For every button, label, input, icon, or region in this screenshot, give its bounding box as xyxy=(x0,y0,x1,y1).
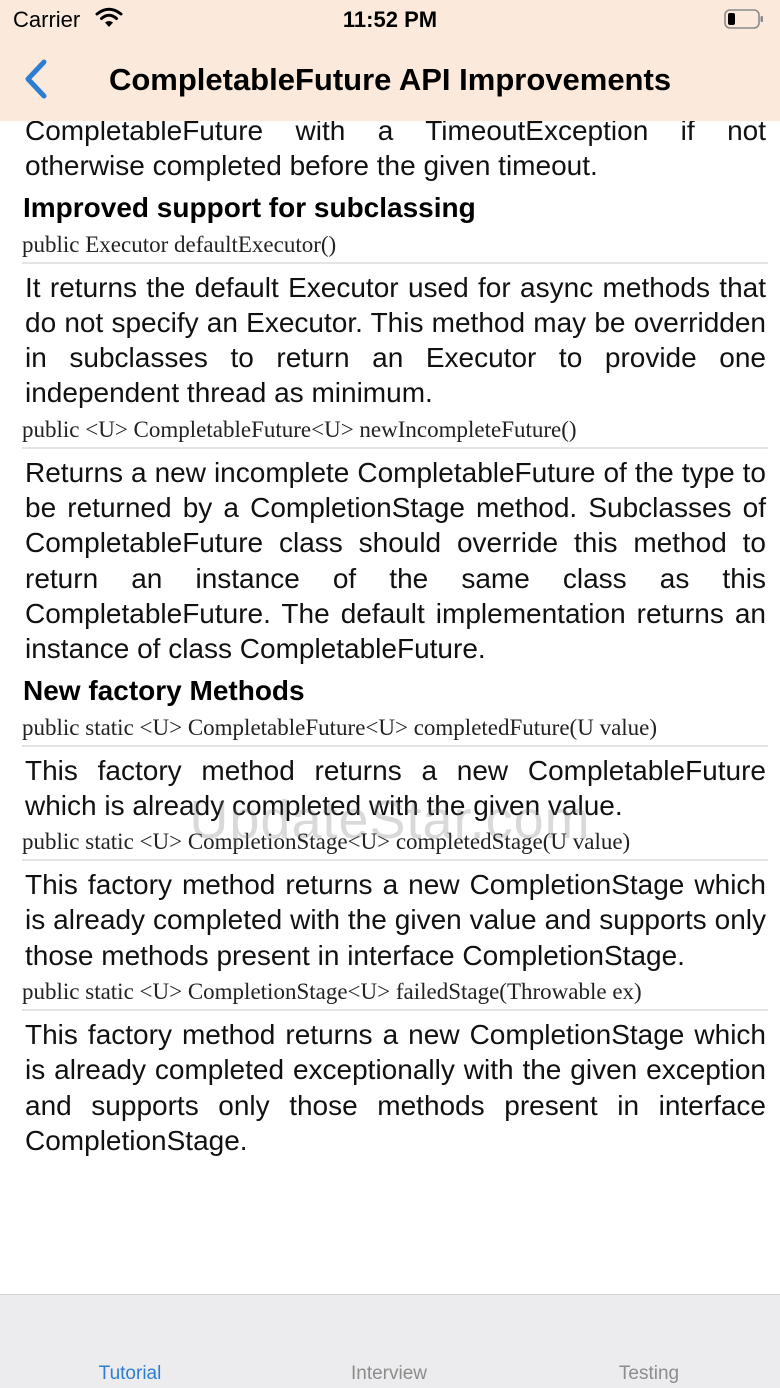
paragraph: This factory method returns a new Comple… xyxy=(25,754,766,821)
paragraph: Returns a new incomplete CompletableFutu… xyxy=(25,456,766,665)
method-signature: public static <U> CompletionStage<U> com… xyxy=(22,827,768,862)
paragraph: This factory method returns a new Comple… xyxy=(25,1019,766,1156)
page-title: CompletableFuture API Improvements xyxy=(108,62,672,97)
top-bar: Carrier 11:52 PM CompletableFuture API I… xyxy=(0,0,780,121)
paragraph: CompletableFuture with a TimeoutExceptio… xyxy=(25,121,766,182)
method-signature: public static <U> CompletableFuture<U> c… xyxy=(22,713,768,747)
method-signature: public static <U> CompletionStage<U> fai… xyxy=(22,977,768,1012)
paragraph: This factory method returns a new Comple… xyxy=(25,869,766,971)
clock: 11:52 PM xyxy=(342,7,438,32)
section-heading: Improved support for subclassing xyxy=(23,191,476,223)
status-bar: Carrier 11:52 PM xyxy=(0,0,780,40)
paragraph: It returns the default Executor used for… xyxy=(25,271,766,409)
method-signature: public <U> CompletableFuture<U> newIncom… xyxy=(22,415,768,449)
method-signature: public Executor defaultExecutor() xyxy=(22,230,768,264)
tab-bar: Tutorial Interview Testing xyxy=(0,1294,780,1388)
tab-interview[interactable]: Interview xyxy=(309,1363,469,1385)
navigation-bar: CompletableFuture API Improvements xyxy=(0,48,780,112)
tab-tutorial[interactable]: Tutorial xyxy=(50,1363,210,1385)
battery-icon xyxy=(724,9,763,29)
article-content[interactable]: CompletableFuture with a TimeoutExceptio… xyxy=(0,121,780,1294)
article-scroll: CompletableFuture with a TimeoutExceptio… xyxy=(0,121,780,1158)
tab-testing[interactable]: Testing xyxy=(569,1363,729,1385)
section-heading: New factory Methods xyxy=(23,674,305,706)
